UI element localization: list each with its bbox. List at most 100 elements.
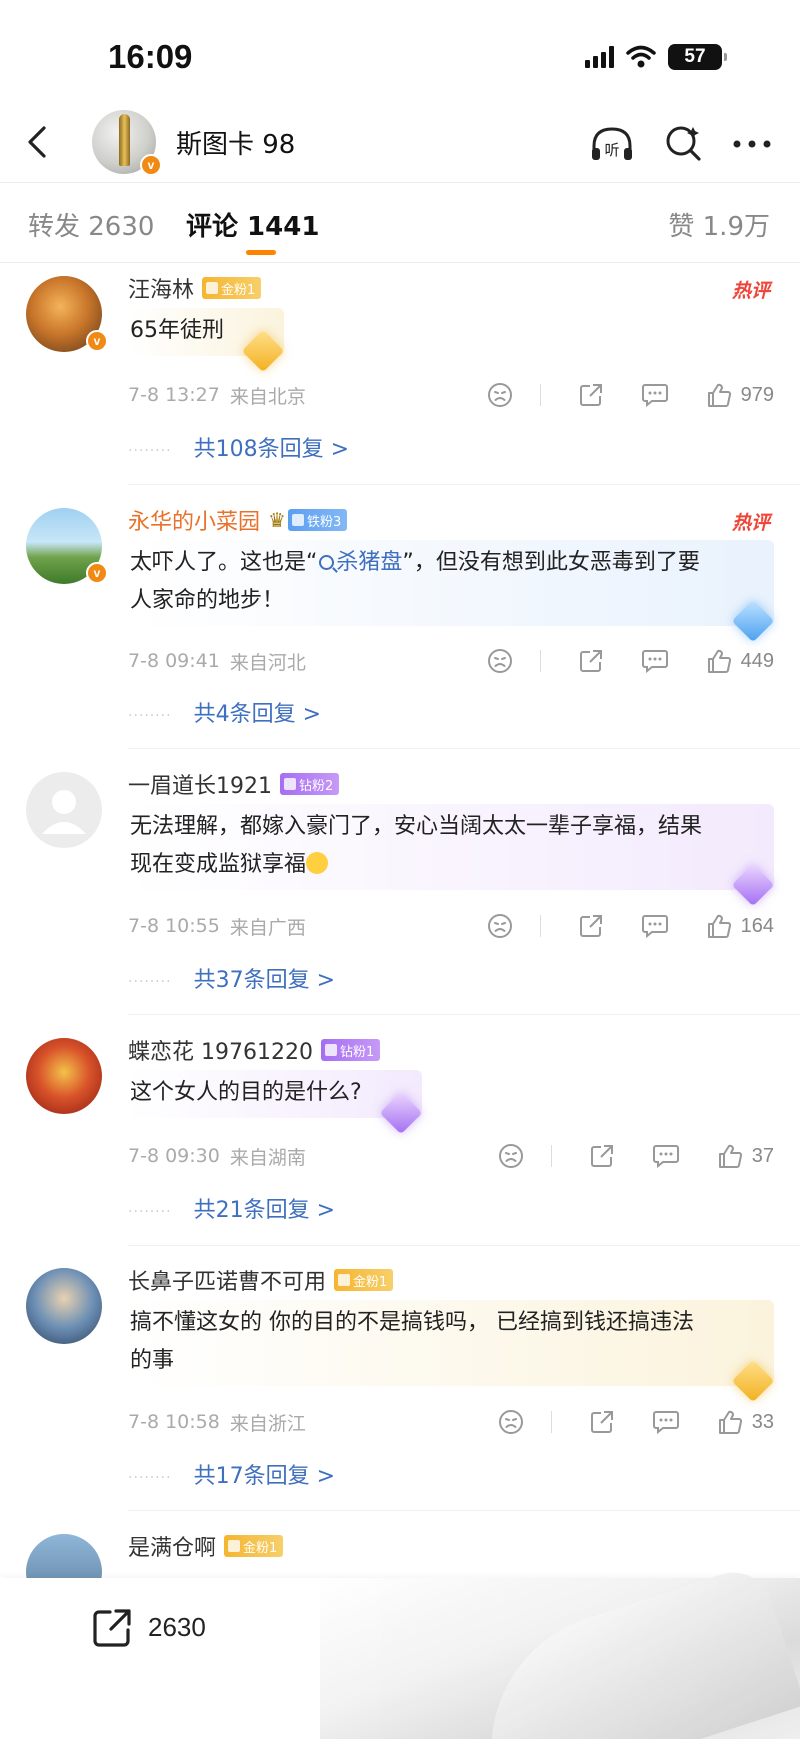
comment-text: 这个女人的目的是什么?	[128, 1070, 422, 1135]
like-icon[interactable]	[705, 912, 733, 940]
tab-like[interactable]: 赞 1.9万	[668, 206, 770, 243]
comment-replies: ........ 共37条回复 >	[128, 961, 335, 995]
view-replies-link[interactable]: 共21条回复 >	[194, 1192, 335, 1224]
comment-meta: 7-8 13:27 来自北京 979	[128, 377, 774, 413]
verified-badge-icon: v	[140, 154, 162, 176]
like-count: 33	[751, 1410, 774, 1433]
share-icon[interactable]	[577, 912, 605, 940]
like-icon[interactable]	[705, 381, 733, 409]
comment-avatar[interactable]: v	[26, 508, 108, 584]
crown-icon: ♛	[268, 508, 286, 532]
comment-meta: 7-8 10:58 来自浙江 33	[128, 1404, 774, 1440]
finger-overlay	[320, 1562, 800, 1739]
tab-bar: 转发 2630 评论 1441 赞 1.9万	[0, 186, 800, 262]
reply-icon[interactable]	[641, 647, 669, 675]
comment-location: 来自广西	[229, 916, 306, 939]
dislike-icon[interactable]	[486, 647, 514, 675]
dislike-icon[interactable]	[497, 1408, 525, 1436]
like-count: 979	[740, 383, 774, 406]
repost-count[interactable]: 2630	[148, 1612, 206, 1643]
comment-location: 来自河北	[229, 651, 306, 674]
like-icon[interactable]	[716, 1408, 744, 1436]
comment-author[interactable]: 永华的小菜园	[128, 504, 260, 536]
divider	[128, 1245, 800, 1246]
view-replies-link[interactable]: 共4条回复 >	[194, 696, 321, 728]
comment-author[interactable]: 蝶恋花 19761220	[128, 1034, 313, 1066]
view-replies-link[interactable]: 共17条回复 >	[194, 1458, 335, 1490]
signal-icon	[585, 46, 614, 68]
dislike-icon[interactable]	[497, 1142, 525, 1170]
fan-badge: 钻粉1	[320, 1039, 381, 1061]
like-count: 449	[740, 649, 774, 672]
fan-badge: 金粉1	[202, 277, 262, 299]
reply-icon[interactable]	[641, 381, 669, 409]
status-icons: 57	[585, 44, 727, 70]
reply-icon[interactable]	[652, 1408, 680, 1436]
more-icon[interactable]	[728, 120, 776, 168]
search-icon[interactable]	[660, 120, 708, 168]
like-icon[interactable]	[716, 1142, 744, 1170]
tab-repost[interactable]: 转发 2630	[28, 206, 154, 243]
bottom-bar: 2630	[0, 1562, 800, 1739]
hot-comment-tag: 热评	[731, 280, 770, 302]
dislike-icon[interactable]	[486, 381, 514, 409]
comment-author[interactable]: 是满仓啊	[128, 1530, 216, 1562]
fan-badge: 金粉1	[224, 1535, 284, 1557]
comment-location: 来自湖南	[229, 1146, 306, 1169]
share-icon[interactable]	[588, 1142, 616, 1170]
comment-avatar[interactable]: v	[26, 276, 108, 352]
reply-icon[interactable]	[641, 912, 669, 940]
comment-meta: 7-8 10:55 来自广西 164	[128, 908, 774, 944]
svg-text:听: 听	[604, 141, 619, 159]
gem-icon	[241, 329, 285, 373]
status-bar: 16:09 57	[0, 0, 800, 108]
comment-location: 来自北京	[229, 385, 306, 408]
repost-icon[interactable]	[90, 1606, 134, 1650]
profile-avatar[interactable]: v	[92, 110, 162, 176]
comment-avatar[interactable]	[26, 772, 102, 848]
comment-author[interactable]: 长鼻子匹诺曹不可用	[128, 1264, 326, 1296]
listen-icon[interactable]: 听	[588, 120, 636, 168]
comment-meta: 7-8 09:30 来自湖南 37	[128, 1138, 774, 1174]
comment-replies: ........ 共21条回复 >	[128, 1191, 335, 1225]
comment-text: 65年徒刑	[128, 308, 285, 373]
search-icon	[319, 555, 335, 570]
dislike-icon[interactable]	[486, 912, 514, 940]
wifi-icon	[626, 45, 656, 68]
view-replies-link[interactable]: 共108条回复 >	[194, 431, 349, 463]
gem-icon	[379, 1091, 422, 1135]
back-icon[interactable]	[18, 122, 58, 162]
gem-icon	[731, 599, 775, 643]
comment-author[interactable]: 一眉道长1921	[128, 768, 272, 800]
comment-author[interactable]: 汪海林	[128, 272, 194, 304]
divider	[128, 484, 800, 485]
share-icon[interactable]	[588, 1408, 616, 1436]
comment-text: 无法理解，都嫁入豪门了，安心当阔太太一辈子享福，结果现在变成监狱享福	[128, 804, 775, 907]
search-keyword-link[interactable]: 杀猪盘	[317, 550, 402, 575]
nav-bar: v 斯图卡 98 听	[0, 108, 800, 184]
fan-badge: 钻粉2	[280, 773, 340, 795]
comment-time: 7-8 09:41	[128, 650, 220, 672]
status-time: 16:09	[108, 38, 193, 75]
tab-comment[interactable]: 评论 1441	[186, 206, 319, 243]
tab-indicator	[246, 250, 276, 255]
hot-comment-tag: 热评	[731, 512, 770, 534]
like-icon[interactable]	[705, 647, 733, 675]
gem-icon	[731, 1359, 775, 1403]
emoji-icon	[306, 852, 329, 874]
comment-time: 7-8 10:58	[128, 1411, 220, 1433]
comment-text: 太吓人了。这也是“ 杀猪盘”，但没有想到此女恶毒到了要人家命的地步！	[128, 540, 775, 643]
verified-badge-icon: v	[86, 330, 108, 352]
reply-icon[interactable]	[652, 1142, 680, 1170]
comment-avatar[interactable]	[26, 1268, 102, 1344]
comment-replies: ........ 共108条回复 >	[128, 430, 349, 464]
comment-avatar[interactable]	[26, 1038, 102, 1114]
share-icon[interactable]	[577, 381, 605, 409]
like-count: 164	[740, 914, 774, 937]
fan-badge: 铁粉3	[287, 509, 348, 531]
view-replies-link[interactable]: 共37条回复 >	[194, 962, 335, 994]
comment-time: 7-8 13:27	[128, 384, 220, 406]
comment-replies: ........ 共4条回复 >	[128, 695, 321, 729]
share-icon[interactable]	[577, 647, 605, 675]
profile-name[interactable]: 斯图卡 98	[176, 124, 295, 161]
